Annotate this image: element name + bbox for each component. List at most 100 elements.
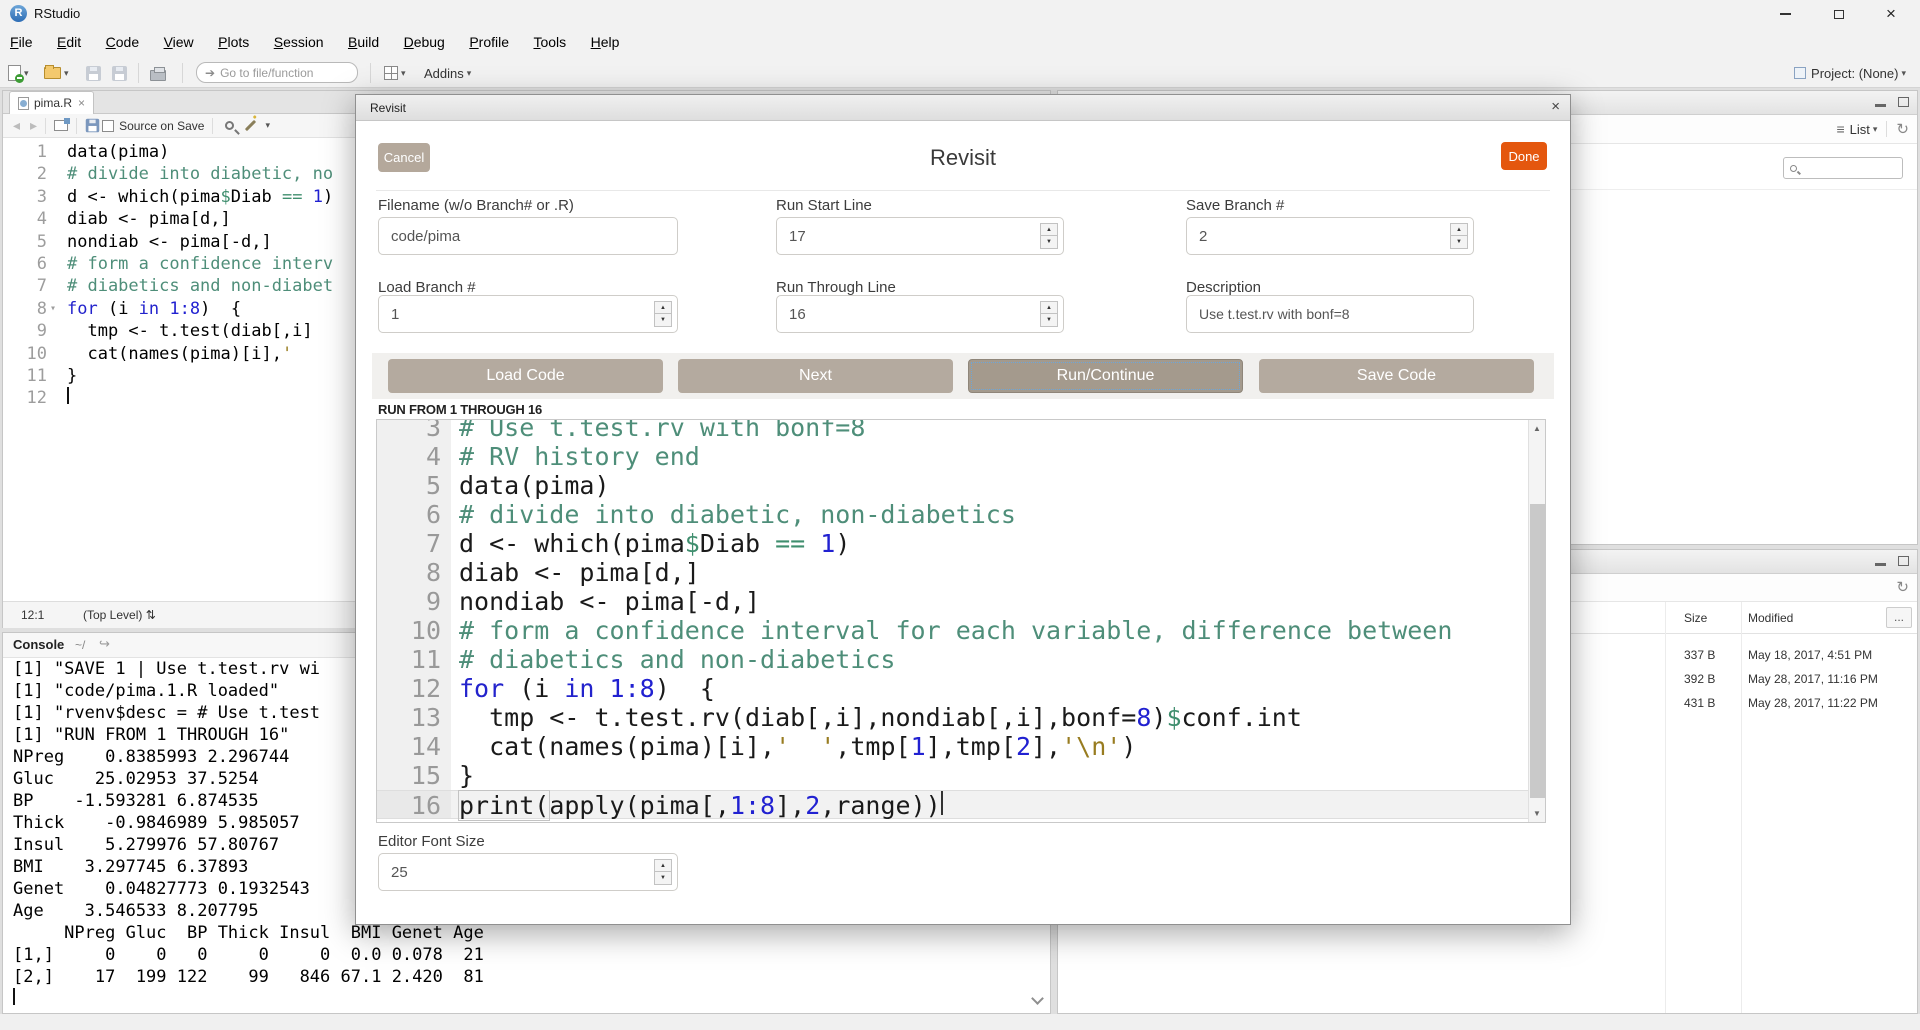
- line-number: 11: [3, 365, 47, 387]
- chevron-down-icon: ▾: [467, 68, 472, 79]
- fold-icon[interactable]: ▾: [47, 298, 59, 320]
- project-selector[interactable]: Project: (None) ▾: [1794, 62, 1906, 84]
- spin-down-button[interactable]: ▼: [655, 872, 671, 884]
- scrollbar-thumb[interactable]: [1530, 504, 1545, 798]
- tab-close-icon[interactable]: ×: [78, 96, 85, 110]
- filename-field[interactable]: code/pima: [378, 217, 678, 255]
- refresh-icon[interactable]: ↻: [1896, 120, 1909, 138]
- spin-down-button[interactable]: ▼: [655, 314, 671, 326]
- load-code-button[interactable]: Load Code: [388, 359, 663, 393]
- save-all-button[interactable]: [112, 62, 127, 84]
- console-working-dir[interactable]: ~/: [75, 638, 85, 652]
- spin-up-button[interactable]: ▲: [1451, 224, 1467, 236]
- column-size[interactable]: Size: [1684, 611, 1707, 625]
- spin-down-icon: ▼: [660, 875, 666, 881]
- menu-view[interactable]: View: [154, 28, 204, 50]
- load-branch-stepper[interactable]: 1 ▲ ▼: [378, 295, 678, 333]
- separator: [45, 118, 46, 134]
- separator: [212, 118, 213, 134]
- save-icon[interactable]: [86, 119, 100, 133]
- scroll-up-icon[interactable]: ▲: [1529, 420, 1545, 437]
- goto-file-search[interactable]: ➔: [196, 62, 358, 83]
- code-scrollbar[interactable]: ▲ ▼: [1528, 420, 1545, 822]
- code-tools-icon[interactable]: [245, 120, 256, 131]
- scope-selector[interactable]: (Top Level) ⇅: [83, 608, 156, 622]
- spin-down-button[interactable]: ▼: [1041, 314, 1057, 326]
- save-code-button[interactable]: Save Code: [1259, 359, 1534, 393]
- source-on-save-checkbox[interactable]: [102, 120, 114, 132]
- run-through-stepper[interactable]: 16 ▲ ▼: [776, 295, 1064, 333]
- new-file-button[interactable]: ▾: [8, 62, 29, 84]
- spin-up-icon: ▲: [1046, 305, 1052, 311]
- next-button[interactable]: Next: [678, 359, 953, 393]
- maximize-pane-icon[interactable]: [1898, 97, 1909, 107]
- menu-file[interactable]: File: [0, 28, 43, 50]
- spin-down-button[interactable]: ▼: [1451, 236, 1467, 248]
- panes-layout-button[interactable]: ▾: [384, 62, 406, 84]
- grid-icon: [384, 66, 398, 80]
- more-columns-button[interactable]: ...: [1886, 607, 1912, 628]
- done-button[interactable]: Done: [1501, 142, 1547, 170]
- addins-button[interactable]: Addins ▾: [424, 62, 471, 84]
- popout-window-icon[interactable]: [54, 120, 68, 131]
- menu-debug[interactable]: Debug: [394, 28, 455, 50]
- menu-tools[interactable]: Tools: [523, 28, 576, 50]
- description-field[interactable]: Use t.test.rv with bonf=8: [1186, 295, 1474, 333]
- tab-pima-r[interactable]: pima.R ×: [9, 91, 94, 114]
- menu-build[interactable]: Build: [338, 28, 389, 50]
- updown-icon: ⇅: [146, 608, 156, 622]
- window-maximize-button[interactable]: [1816, 0, 1862, 28]
- menu-session[interactable]: Session: [264, 28, 334, 50]
- menu-profile[interactable]: Profile: [459, 28, 519, 50]
- spin-down-button[interactable]: ▼: [1041, 236, 1057, 248]
- save-button[interactable]: [86, 62, 101, 84]
- dialog-close-icon[interactable]: ×: [1551, 98, 1560, 115]
- forward-icon[interactable]: ▸: [30, 117, 37, 134]
- addins-label: Addins: [424, 66, 464, 81]
- text-cursor: [941, 791, 943, 815]
- spin-up-button[interactable]: ▲: [1041, 302, 1057, 314]
- minimize-pane-icon[interactable]: [1875, 104, 1886, 107]
- dialog-titlebar[interactable]: Revisit ×: [356, 95, 1570, 121]
- line-number: 10: [377, 616, 451, 645]
- window-minimize-button[interactable]: [1762, 0, 1808, 28]
- menu-plots[interactable]: Plots: [208, 28, 259, 50]
- console-line: [1,] 0 0 0 0 0 0.0 0.078 21: [3, 944, 1050, 966]
- run-continue-button[interactable]: Run/Continue: [968, 359, 1243, 393]
- run-start-stepper[interactable]: 17 ▲ ▼: [776, 217, 1064, 255]
- spin-up-button[interactable]: ▲: [655, 860, 671, 872]
- save-branch-stepper[interactable]: 2 ▲ ▼: [1186, 217, 1474, 255]
- chevron-down-icon: ▾: [1901, 68, 1906, 79]
- line-number: 8: [377, 558, 451, 587]
- list-view-dropdown[interactable]: List: [1850, 122, 1870, 137]
- environment-search-input[interactable]: [1802, 161, 1894, 175]
- goto-file-input[interactable]: [220, 66, 340, 80]
- code-line: 8diab <- pima[d,]: [377, 558, 1530, 587]
- maximize-pane-icon[interactable]: [1898, 556, 1909, 566]
- spin-up-icon: ▲: [660, 305, 666, 311]
- spin-up-icon: ▲: [1046, 227, 1052, 233]
- font-size-stepper[interactable]: 25 ▲ ▼: [378, 853, 678, 891]
- menu-help[interactable]: Help: [581, 28, 630, 50]
- window-close-button[interactable]: ×: [1868, 0, 1914, 28]
- open-file-button[interactable]: ▾: [44, 62, 69, 84]
- minimize-pane-icon[interactable]: [1875, 563, 1886, 566]
- dialog-code-editor[interactable]: 3# Use t.test.rv with bonf=8 4# RV histo…: [376, 419, 1546, 823]
- menu-edit[interactable]: Edit: [47, 28, 91, 50]
- search-icon[interactable]: [225, 121, 234, 130]
- run-start-value: 17: [789, 228, 806, 245]
- scroll-down-icon[interactable]: ▼: [1529, 805, 1545, 822]
- menu-code[interactable]: Code: [96, 28, 149, 50]
- spin-up-button[interactable]: ▲: [655, 302, 671, 314]
- font-size-label: Editor Font Size: [378, 833, 485, 850]
- spin-up-button[interactable]: ▲: [1041, 224, 1057, 236]
- print-button[interactable]: [150, 62, 166, 84]
- line-number: 6: [377, 500, 451, 529]
- column-modified[interactable]: Modified: [1748, 611, 1793, 625]
- main-toolbar: ▾ ▾ ➔ ▾ Addins ▾ Project: (None) ▾: [0, 58, 1920, 88]
- refresh-icon[interactable]: ↻: [1896, 578, 1909, 596]
- back-icon[interactable]: ◂: [13, 117, 20, 134]
- share-arrow-icon[interactable]: ↪: [99, 636, 110, 652]
- environment-search-box[interactable]: [1783, 157, 1903, 179]
- toolbar-separator: [138, 63, 139, 83]
